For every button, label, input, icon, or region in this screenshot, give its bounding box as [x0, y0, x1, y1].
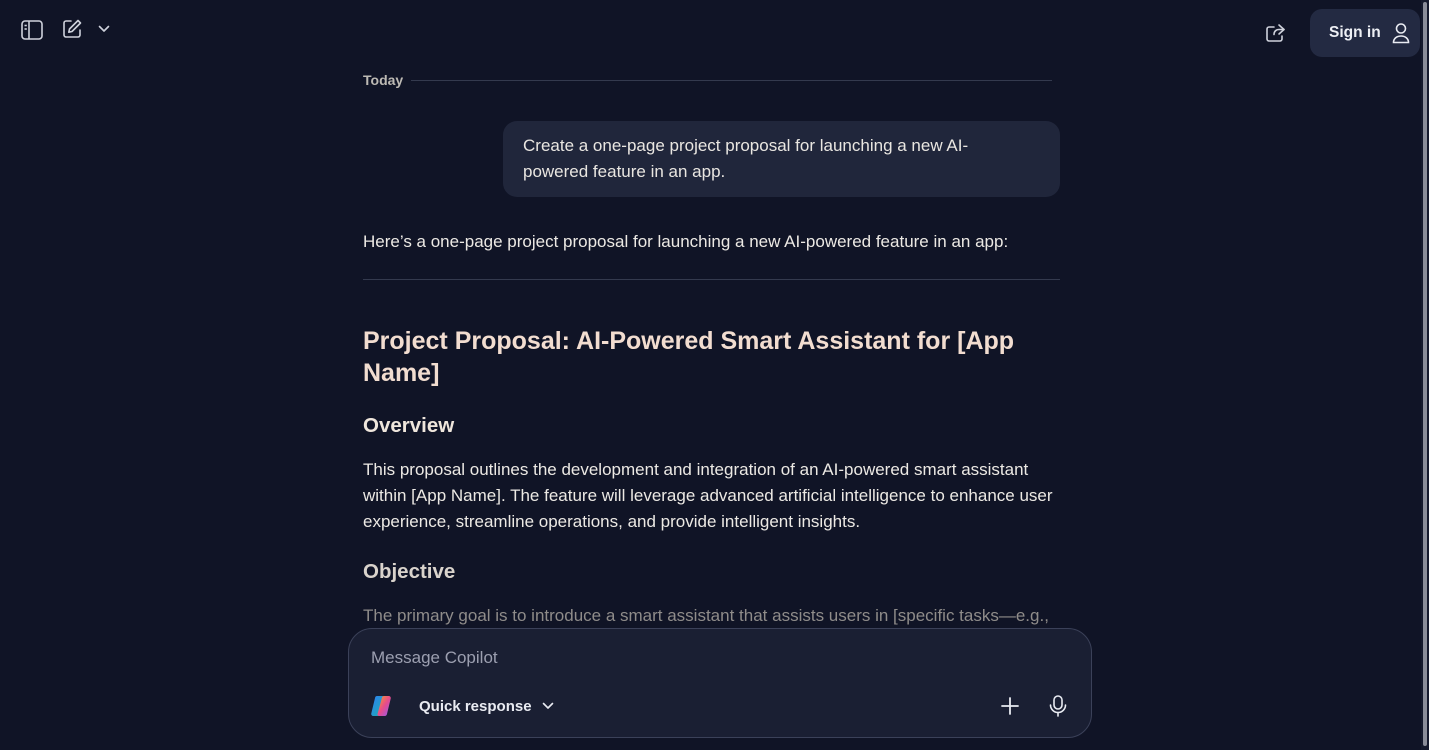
user-message: Create a one-page project proposal for l… [503, 121, 1060, 197]
microphone-icon[interactable] [1045, 693, 1071, 719]
scrollbar-thumb[interactable] [1423, 2, 1427, 746]
copilot-app: Sign in Today Create a one-page project … [0, 0, 1429, 750]
plus-icon[interactable] [997, 693, 1023, 719]
chevron-down-icon[interactable] [94, 18, 114, 40]
user-icon [1391, 22, 1411, 44]
divider-line [411, 79, 1052, 81]
message-composer: Quick response [348, 628, 1092, 738]
copilot-logo-icon [369, 694, 393, 718]
section-heading-overview: Overview [363, 414, 455, 437]
section-heading-objective: Objective [363, 560, 456, 583]
sign-in-label: Sign in [1329, 24, 1381, 41]
chevron-down-icon [542, 702, 554, 710]
share-icon[interactable] [1262, 19, 1290, 47]
compose-icon[interactable] [58, 15, 86, 43]
message-input[interactable] [369, 643, 1069, 673]
mode-label: Quick response [419, 697, 532, 715]
date-divider: Today [363, 70, 1052, 90]
section-body-objective: The primary goal is to introduce a smart… [363, 606, 1049, 625]
section-body-overview: This proposal outlines the development a… [363, 460, 1053, 531]
assistant-intro: Here’s a one-page project proposal for l… [363, 232, 1009, 251]
date-label: Today [363, 72, 404, 88]
proposal-title: Project Proposal: AI-Powered Smart Assis… [363, 327, 1015, 387]
sidebar-toggle-icon[interactable] [18, 16, 46, 44]
response-mode-selector[interactable]: Quick response [419, 693, 554, 719]
sign-in-button[interactable]: Sign in [1310, 9, 1420, 57]
horizontal-rule [363, 279, 1060, 280]
